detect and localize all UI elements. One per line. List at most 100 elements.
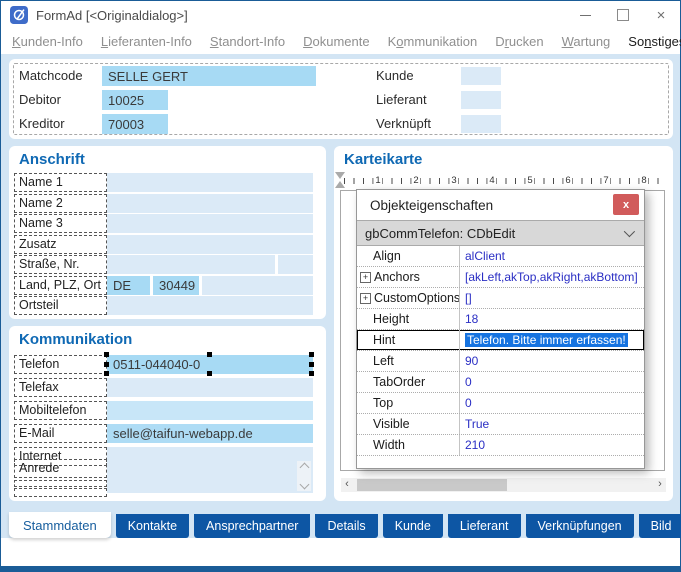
- dialog-close-icon: x: [623, 199, 629, 211]
- app-window: FormAd [<Originaldialog>] × Kunden-Info …: [0, 0, 681, 572]
- object-inspector-dialog: Objekteigenschaften x gbCommTelefon: CDb…: [356, 189, 645, 469]
- ruler-number: 8: [639, 173, 648, 188]
- property-row-hint[interactable]: Hint Telefon. Bitte immer erfassen!: [357, 330, 644, 351]
- tab-lieferant[interactable]: Lieferant: [448, 514, 521, 538]
- mobiltelefon-field[interactable]: [107, 401, 313, 420]
- header-panel: Matchcode SELLE GERT Debitor 10025 Kredi…: [9, 59, 673, 139]
- menu-item-lieferanten-info[interactable]: Lieferanten-Info: [92, 34, 201, 49]
- property-row-visible[interactable]: Visible True: [357, 414, 644, 435]
- dialog-title: Objekteigenschaften: [370, 198, 493, 213]
- scroll-left-icon[interactable]: ‹: [341, 478, 353, 492]
- property-row-customoptions[interactable]: +CustomOptions []: [357, 288, 644, 309]
- karteikarte-title: Karteikarte: [344, 151, 422, 168]
- anschrift-panel: Anschrift Name 1 Name 2 Name 3 Zusatz St…: [9, 146, 326, 319]
- kunde-field[interactable]: [461, 67, 501, 85]
- menu-bar: Kunden-Info Lieferanten-Info Standort-In…: [1, 29, 680, 54]
- property-row-align[interactable]: Align alClient: [357, 246, 644, 267]
- selection-handle[interactable]: [309, 362, 314, 367]
- property-row-height[interactable]: Height 18: [357, 309, 644, 330]
- property-row-taborder[interactable]: TabOrder 0: [357, 372, 644, 393]
- selection-handle[interactable]: [207, 352, 212, 357]
- property-row-left[interactable]: Left 90: [357, 351, 644, 372]
- email-field[interactable]: selle@taifun-webapp.de: [107, 424, 313, 443]
- selection-handle[interactable]: [309, 352, 314, 357]
- anschrift-title: Anschrift: [19, 151, 85, 168]
- dialog-close-button[interactable]: x: [613, 194, 639, 215]
- name1-label: Name 1: [14, 173, 107, 192]
- app-logo-icon: [10, 6, 28, 24]
- menu-item-wartung[interactable]: Wartung: [553, 34, 620, 49]
- name2-label: Name 2: [14, 194, 107, 213]
- plz-field[interactable]: 30449: [153, 276, 199, 295]
- window-title: FormAd [<Originaldialog>]: [36, 8, 188, 23]
- window-bottom-border: [1, 566, 680, 571]
- maximize-icon: [617, 9, 629, 21]
- anrede-field[interactable]: [107, 459, 313, 493]
- kunde-label: Kunde: [376, 66, 414, 86]
- tab-details[interactable]: Details: [315, 514, 377, 538]
- scroll-right-icon[interactable]: ›: [654, 478, 666, 492]
- menu-item-dokumente[interactable]: Dokumente: [294, 34, 378, 49]
- tab-verknuepfungen[interactable]: Verknüpfungen: [526, 514, 634, 538]
- menu-item-standort-info[interactable]: Standort-Info: [201, 34, 294, 49]
- anrede-scrollbar[interactable]: [297, 461, 311, 491]
- tab-ansprechpartner[interactable]: Ansprechpartner: [194, 514, 310, 538]
- ortsteil-field[interactable]: [107, 296, 313, 315]
- property-row-width[interactable]: Width 210: [357, 435, 644, 456]
- expand-icon[interactable]: +: [360, 272, 371, 283]
- matchcode-label: Matchcode: [19, 66, 83, 86]
- menu-item-kommunikation[interactable]: Kommunikation: [379, 34, 487, 49]
- email-label: E-Mail: [14, 424, 107, 443]
- minimize-icon: [580, 15, 591, 16]
- property-row-anchors[interactable]: +Anchors [akLeft,akTop,akRight,akBottom]: [357, 267, 644, 288]
- telefax-label: Telefax: [14, 378, 107, 397]
- object-selector-combobox[interactable]: gbCommTelefon: CDbEdit: [357, 220, 644, 246]
- strasse-field[interactable]: [107, 255, 275, 274]
- ruler-number: 3: [449, 173, 458, 188]
- verknuepft-field[interactable]: [461, 115, 501, 133]
- matchcode-field[interactable]: SELLE GERT: [102, 66, 316, 86]
- maximize-button[interactable]: [604, 1, 642, 29]
- tab-kunde[interactable]: Kunde: [383, 514, 443, 538]
- close-icon: ×: [657, 8, 666, 23]
- scroll-up-icon: [299, 463, 309, 473]
- tab-kontakte[interactable]: Kontakte: [116, 514, 189, 538]
- name3-field[interactable]: [107, 214, 313, 233]
- property-row-top[interactable]: Top 0: [357, 393, 644, 414]
- debitor-field[interactable]: 10025: [102, 90, 168, 110]
- verknuepft-label: Verknüpft: [376, 114, 431, 134]
- land-field[interactable]: DE: [107, 276, 150, 295]
- horizontal-scrollbar[interactable]: ‹ ›: [341, 478, 666, 492]
- expand-icon[interactable]: +: [360, 293, 371, 304]
- title-bar: FormAd [<Originaldialog>] ×: [1, 1, 680, 29]
- tab-bild[interactable]: Bild: [639, 514, 681, 538]
- land-plz-ort-label: Land, PLZ, Ort: [14, 276, 107, 295]
- hausnummer-field[interactable]: [278, 255, 313, 274]
- scrollbar-thumb[interactable]: [357, 479, 507, 491]
- telefax-field[interactable]: [107, 378, 313, 397]
- ort-field[interactable]: [202, 276, 313, 295]
- ruler-number: 2: [411, 173, 420, 188]
- name1-field[interactable]: [107, 173, 313, 192]
- status-bar: [1, 538, 680, 566]
- selection-handle[interactable]: [309, 371, 314, 376]
- minimize-button[interactable]: [566, 1, 604, 29]
- telefon-label: Telefon: [14, 355, 107, 374]
- tab-stammdaten[interactable]: Stammdaten: [9, 512, 111, 538]
- chevron-down-icon: [624, 226, 635, 237]
- selection-handle[interactable]: [104, 352, 109, 357]
- kreditor-field[interactable]: 70003: [102, 114, 168, 134]
- mobiltelefon-label: Mobiltelefon: [14, 401, 107, 420]
- close-button[interactable]: ×: [642, 1, 680, 29]
- menu-item-kunden-info[interactable]: Kunden-Info: [3, 34, 92, 49]
- empty-designer-label: [14, 480, 107, 487]
- lieferant-field[interactable]: [461, 91, 501, 109]
- name2-field[interactable]: [107, 194, 313, 213]
- menu-item-drucken[interactable]: Drucken: [486, 34, 552, 49]
- zusatz-field[interactable]: [107, 235, 313, 254]
- menu-item-sonstiges[interactable]: Sonstiges: [619, 34, 681, 49]
- selection-handle[interactable]: [104, 371, 109, 376]
- dialog-title-bar: Objekteigenschaften: [357, 190, 644, 220]
- selection-handle[interactable]: [104, 362, 109, 367]
- selection-handle[interactable]: [207, 371, 212, 376]
